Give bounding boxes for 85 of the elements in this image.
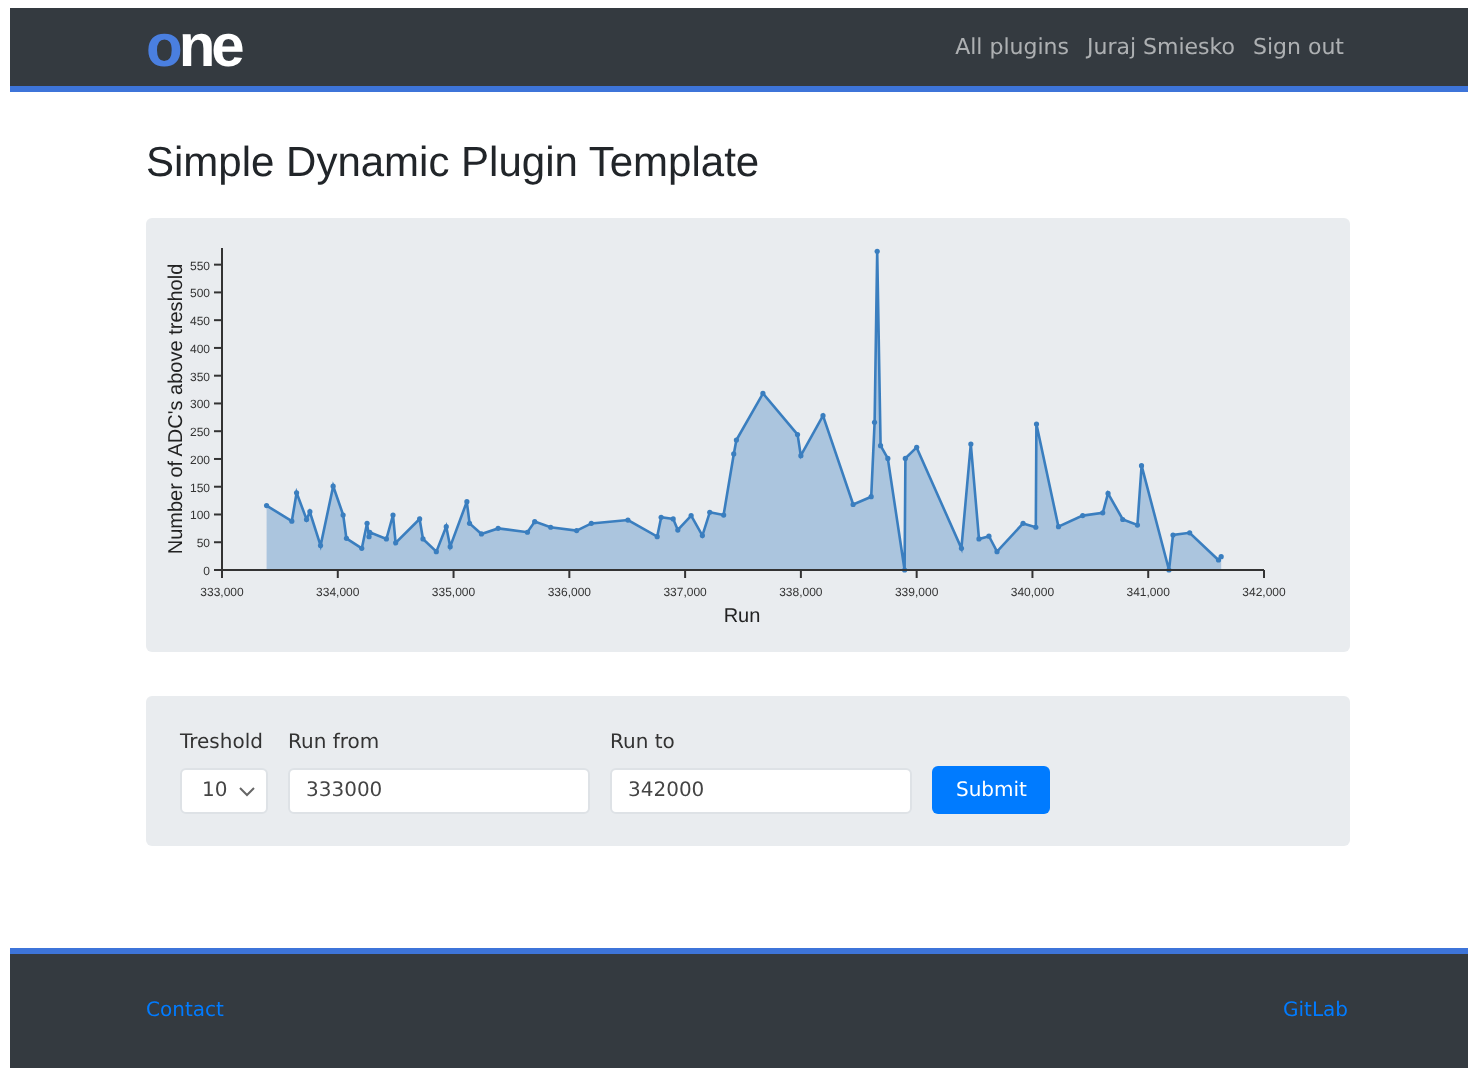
data-point	[877, 443, 884, 449]
data-point	[330, 483, 336, 489]
field-label: Treshold	[180, 732, 265, 754]
data-point	[1134, 522, 1141, 528]
data-point	[1020, 520, 1026, 526]
data-point	[1033, 421, 1040, 427]
y-axis-label: Number of ADC's above treshold	[166, 263, 188, 555]
data-point	[289, 518, 295, 524]
footer-link[interactable]: Contact	[146, 1000, 224, 1022]
data-point	[675, 527, 681, 533]
run-to-field[interactable]: 342000	[610, 768, 912, 814]
nav-link[interactable]: All plugins	[955, 34, 1069, 60]
data-point	[868, 494, 874, 500]
data-point	[731, 451, 737, 457]
data-point	[885, 455, 891, 461]
data-point	[850, 501, 856, 508]
data-point	[1105, 490, 1111, 496]
data-point	[433, 549, 439, 555]
logo[interactable]: one	[146, 17, 241, 77]
nav-link[interactable]: Juraj Smiesko	[1086, 34, 1235, 60]
data-point	[688, 513, 694, 519]
data-point	[721, 512, 727, 518]
data-point	[958, 545, 965, 551]
data-point	[495, 525, 501, 531]
data-point	[699, 533, 705, 539]
data-point	[588, 520, 594, 526]
data-point	[820, 413, 826, 419]
x-axis-label: Run	[723, 606, 761, 628]
data-point	[1080, 513, 1086, 519]
data-point	[359, 545, 365, 551]
data-point	[798, 453, 804, 459]
data-point	[263, 503, 270, 509]
chevron-icon	[237, 785, 256, 797]
data-point	[658, 514, 664, 520]
data-point	[383, 536, 389, 542]
run-from-field[interactable]: 333000	[288, 768, 590, 814]
data-point	[1138, 463, 1145, 469]
data-point	[478, 531, 485, 537]
data-point	[293, 490, 300, 496]
data-point	[1120, 516, 1126, 523]
data-point	[794, 431, 801, 438]
data-point	[420, 536, 426, 542]
footer-link[interactable]: GitLab	[1283, 1000, 1348, 1022]
data-point	[548, 524, 554, 530]
data-point	[707, 509, 713, 515]
data-point	[994, 549, 1000, 555]
data-point	[902, 455, 908, 461]
data-point	[670, 516, 676, 522]
data-point	[343, 535, 350, 541]
data-point	[364, 520, 370, 526]
field-label: Run to	[610, 732, 677, 754]
data-point	[1170, 532, 1176, 538]
data-point	[417, 516, 423, 522]
data-point	[443, 524, 449, 530]
data-point	[654, 534, 660, 540]
data-point	[976, 536, 982, 542]
data-point	[317, 542, 324, 549]
field-label: Run from	[288, 732, 382, 754]
data-point	[871, 419, 878, 425]
data-point	[902, 567, 908, 573]
data-point	[464, 499, 470, 505]
nav-link[interactable]: Sign out	[1252, 34, 1344, 60]
data-point	[760, 390, 766, 397]
data-point	[1187, 530, 1193, 536]
data-point	[986, 533, 992, 539]
data-point	[1100, 510, 1106, 516]
data-point	[914, 444, 920, 450]
data-point	[524, 529, 530, 535]
data-point	[447, 544, 453, 550]
threshold-select[interactable]: 10	[180, 768, 268, 814]
data-point	[1055, 524, 1062, 530]
data-point	[1033, 524, 1039, 530]
data-point	[733, 437, 739, 443]
data-point	[874, 248, 880, 254]
submit-button[interactable]: Submit	[932, 766, 1051, 814]
data-point	[393, 540, 399, 546]
data-point	[1166, 567, 1172, 573]
data-point	[532, 519, 538, 525]
data-point	[340, 512, 346, 518]
data-point	[466, 520, 473, 526]
data-point	[574, 528, 580, 534]
data-point	[968, 441, 974, 447]
data-point	[625, 517, 631, 523]
page-title: Simple Dynamic Plugin Template	[146, 140, 762, 188]
data-point	[390, 512, 396, 518]
